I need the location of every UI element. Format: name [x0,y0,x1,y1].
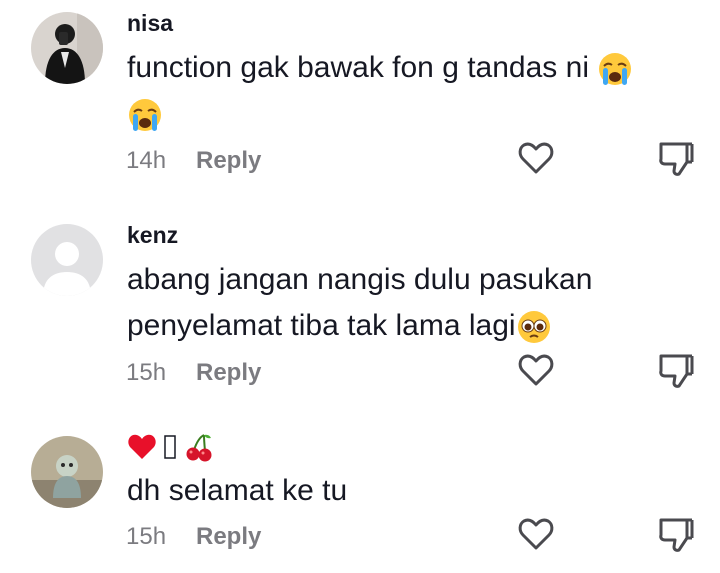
timestamp: 15h [126,359,167,386]
avatar-image [31,436,103,508]
comment-item: kenz abang jangan nangis dulu pasukan pe… [0,200,720,410]
timestamp: 15h [126,523,167,550]
comment-text-body: function gak bawak fon g tandas ni [127,51,589,84]
heart-icon [518,142,554,174]
heart-icon [518,354,554,386]
avatar[interactable] [31,12,103,84]
thumbs-down-icon [659,518,694,552]
cherries-icon [184,432,214,462]
default-avatar-icon [31,224,103,296]
avatar[interactable] [31,224,103,296]
username[interactable] [127,432,214,462]
comment-text-line: penyelamat tiba tak lama lagi [127,309,516,342]
username[interactable]: kenz [127,222,178,249]
thumbs-down-icon [659,142,694,176]
thumbs-down-icon [659,354,694,388]
dislike-button[interactable] [656,138,696,178]
avatar-image [31,12,103,84]
missing-glyph-icon [163,434,177,460]
comment-text-body: dh selamat ke tu [127,474,348,507]
comment-meta: 15h Reply [126,523,261,551]
like-button[interactable] [516,138,556,178]
reply-button[interactable]: Reply [196,147,261,175]
username[interactable]: nisa [127,10,173,37]
comment-item: nisa function gak bawak fon g tandas ni [0,0,720,200]
avatar[interactable] [31,436,103,508]
reply-button[interactable]: Reply [196,359,261,387]
like-button[interactable] [516,350,556,390]
crying-face-emoji [127,97,163,133]
crying-face-emoji [597,51,633,87]
comment-text-line: abang jangan nangis dulu pasukan [127,263,593,296]
comment-meta: 14h Reply [126,147,261,175]
dislike-button[interactable] [656,514,696,554]
comment-text: dh selamat ke tu [127,468,647,514]
reply-button[interactable]: Reply [196,523,261,551]
timestamp: 14h [126,147,167,174]
comment-meta: 15h Reply [126,359,261,387]
like-button[interactable] [516,514,556,554]
red-heart-icon [127,433,157,461]
comment-text: function gak bawak fon g tandas ni [127,45,647,137]
dislike-button[interactable] [656,350,696,390]
heart-icon [518,518,554,550]
comment-item: dh selamat ke tu 15h Reply [0,410,720,573]
pleading-face-emoji [516,309,552,345]
comment-text: abang jangan nangis dulu pasukan penyela… [127,257,647,349]
